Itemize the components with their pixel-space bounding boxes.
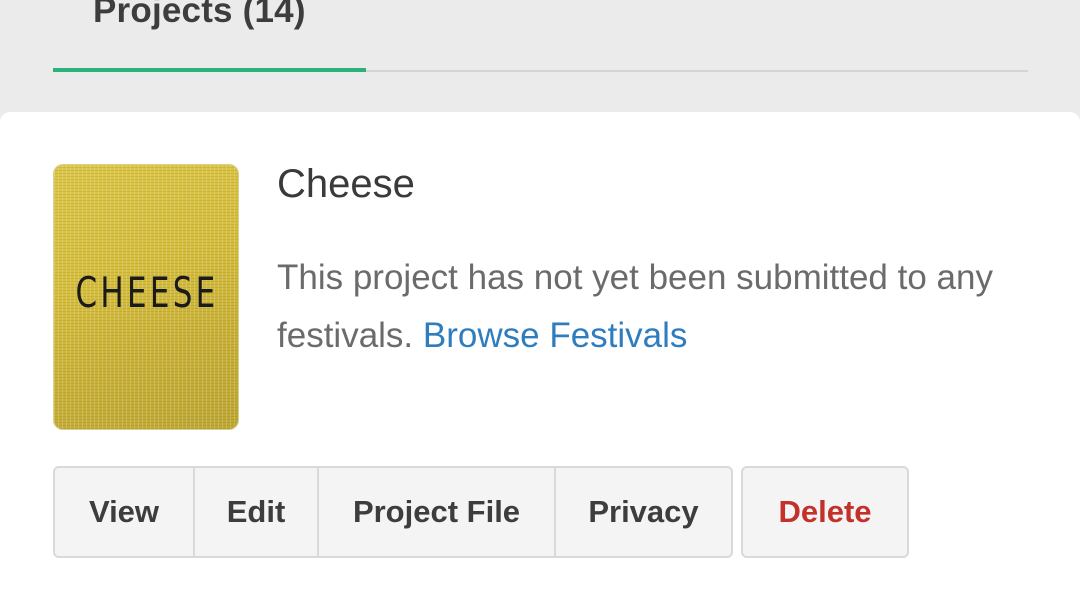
browse-festivals-link[interactable]: Browse Festivals <box>423 316 688 355</box>
tab-projects[interactable]: Projects (14) <box>53 0 366 73</box>
delete-button[interactable]: Delete <box>741 466 909 558</box>
active-tab-indicator <box>53 68 366 72</box>
tab-bar: Projects (14) <box>53 0 1028 73</box>
project-title[interactable]: Cheese <box>277 162 415 207</box>
thumbnail-title-text: CHEESE <box>75 268 219 317</box>
tab-divider <box>366 70 1028 72</box>
privacy-button[interactable]: Privacy <box>554 468 731 556</box>
edit-button[interactable]: Edit <box>193 468 317 556</box>
project-actions-group: View Edit Project File Privacy <box>53 466 733 558</box>
project-file-button[interactable]: Project File <box>317 468 554 556</box>
project-thumbnail[interactable]: CHEESE <box>53 164 239 430</box>
tab-projects-label: Projects (14) <box>93 0 306 30</box>
project-status-description: This project has not yet been submitted … <box>277 249 1037 365</box>
view-button[interactable]: View <box>55 468 193 556</box>
